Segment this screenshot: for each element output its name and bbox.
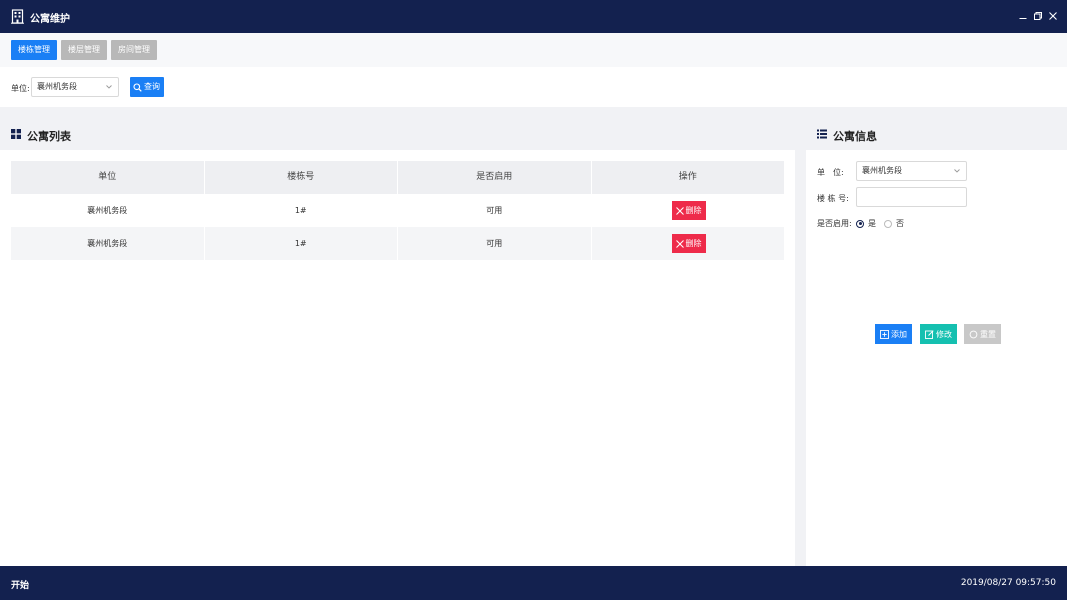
apartment-info-header: 公寓信息	[806, 117, 1067, 150]
title-bar: 公寓维护	[0, 0, 1067, 33]
grid-icon	[11, 129, 21, 139]
query-button-label: 查询	[144, 82, 160, 91]
plus-square-icon	[880, 329, 889, 339]
section-divider	[0, 107, 1067, 117]
tab-building-management[interactable]: 楼栋管理	[11, 40, 57, 60]
panel-separator	[795, 117, 806, 566]
column-header-action: 操作	[678, 172, 697, 182]
delete-button[interactable]: 删除	[671, 201, 706, 220]
delete-button-label: 删除	[685, 206, 702, 215]
enabled-field-label: 是否启用:	[817, 219, 852, 228]
enabled-yes-label: 是	[868, 219, 876, 228]
cell-building: 1#	[205, 227, 398, 260]
add-button-label: 添加	[891, 329, 907, 339]
edit-icon	[925, 329, 934, 339]
minimize-button[interactable]	[1018, 10, 1027, 22]
unit-field-value: 襄州机务段	[862, 166, 902, 175]
tab-room-management[interactable]: 房间管理	[111, 40, 157, 60]
taskbar-clock: 2019/08/27 09:57:50	[960, 578, 1056, 588]
unit-filter-label: 单位:	[11, 84, 30, 93]
edit-button[interactable]: 修改	[920, 324, 957, 344]
tab-floor-management[interactable]: 楼层管理	[61, 40, 107, 60]
column-header-enabled: 是否启用	[398, 161, 592, 194]
radio-dot	[884, 219, 892, 228]
enabled-yes-radio[interactable]: 是	[856, 218, 876, 229]
query-button[interactable]: 查询	[130, 77, 164, 97]
apartment-info-title: 公寓信息	[833, 130, 877, 143]
reset-button-label: 重置	[980, 329, 996, 339]
close-icon	[675, 206, 684, 215]
cell-action: 删除	[592, 227, 785, 260]
chevron-down-icon	[954, 169, 960, 173]
unit-field-select[interactable]: 襄州机务段	[856, 161, 967, 181]
unit-filter-value: 襄州机务段	[37, 82, 77, 91]
close-button[interactable]	[1048, 10, 1057, 22]
restore-icon	[1033, 12, 1042, 20]
window-title: 公寓维护	[30, 14, 70, 25]
enabled-no-label: 否	[896, 219, 904, 228]
delete-button-label: 删除	[685, 239, 702, 248]
cell-action: 删除	[592, 194, 785, 227]
cell-building: 1#	[205, 194, 398, 227]
add-button[interactable]: 添加	[875, 324, 912, 344]
column-header-building: 楼栋号	[205, 161, 398, 194]
enabled-no-radio[interactable]: 否	[884, 218, 904, 229]
minimize-icon	[1019, 18, 1026, 19]
refresh-icon	[969, 330, 978, 338]
close-icon	[675, 239, 684, 248]
radio-dot	[856, 219, 864, 228]
unit-filter-select[interactable]: 襄州机务段	[31, 77, 119, 97]
window-controls	[1018, 10, 1057, 22]
cell-unit: 襄州机务段	[11, 227, 205, 260]
building-number-input[interactable]	[856, 187, 967, 207]
apartment-info-panel: 公寓信息 单 位: 襄州机务段 楼 栋 号: 是否启用: 是 否 添加 修改 重…	[806, 117, 1067, 566]
taskbar: 开始 2019/08/27 09:57:50	[0, 566, 1067, 600]
restore-button[interactable]	[1033, 10, 1042, 22]
apartment-list-header: 公寓列表	[0, 117, 795, 150]
list-icon	[817, 129, 827, 139]
building-field-label: 楼 栋 号:	[817, 194, 849, 203]
close-icon	[1048, 12, 1057, 20]
apartment-list-title: 公寓列表	[27, 130, 71, 143]
chevron-down-icon	[106, 85, 112, 89]
search-icon	[133, 82, 142, 92]
module-tabs: 楼栋管理 楼层管理 房间管理	[0, 33, 1067, 67]
filter-bar: 单位: 襄州机务段 查询	[0, 67, 1067, 107]
cell-enabled: 可用	[398, 227, 592, 260]
unit-field-label: 单 位:	[817, 168, 844, 177]
table-header: 单位 楼栋号 是否启用 操作	[11, 161, 784, 194]
reset-button[interactable]: 重置	[964, 324, 1001, 344]
building-icon	[11, 9, 24, 24]
table-row[interactable]: 襄州机务段 1# 可用 删除	[11, 194, 784, 227]
edit-button-label: 修改	[936, 329, 952, 339]
start-button[interactable]: 开始	[11, 578, 29, 591]
delete-button[interactable]: 删除	[671, 234, 706, 253]
column-header-unit: 单位	[11, 161, 205, 194]
apartment-list-panel: 公寓列表 单位 楼栋号 是否启用 操作 襄州机务段 1# 可用 删除 襄州机务段…	[0, 117, 795, 566]
apartment-table: 单位 楼栋号 是否启用 操作 襄州机务段 1# 可用 删除 襄州机务段 1# 可…	[11, 161, 784, 260]
cell-enabled: 可用	[398, 194, 592, 227]
table-row[interactable]: 襄州机务段 1# 可用 删除	[11, 227, 784, 260]
cell-unit: 襄州机务段	[11, 194, 205, 227]
